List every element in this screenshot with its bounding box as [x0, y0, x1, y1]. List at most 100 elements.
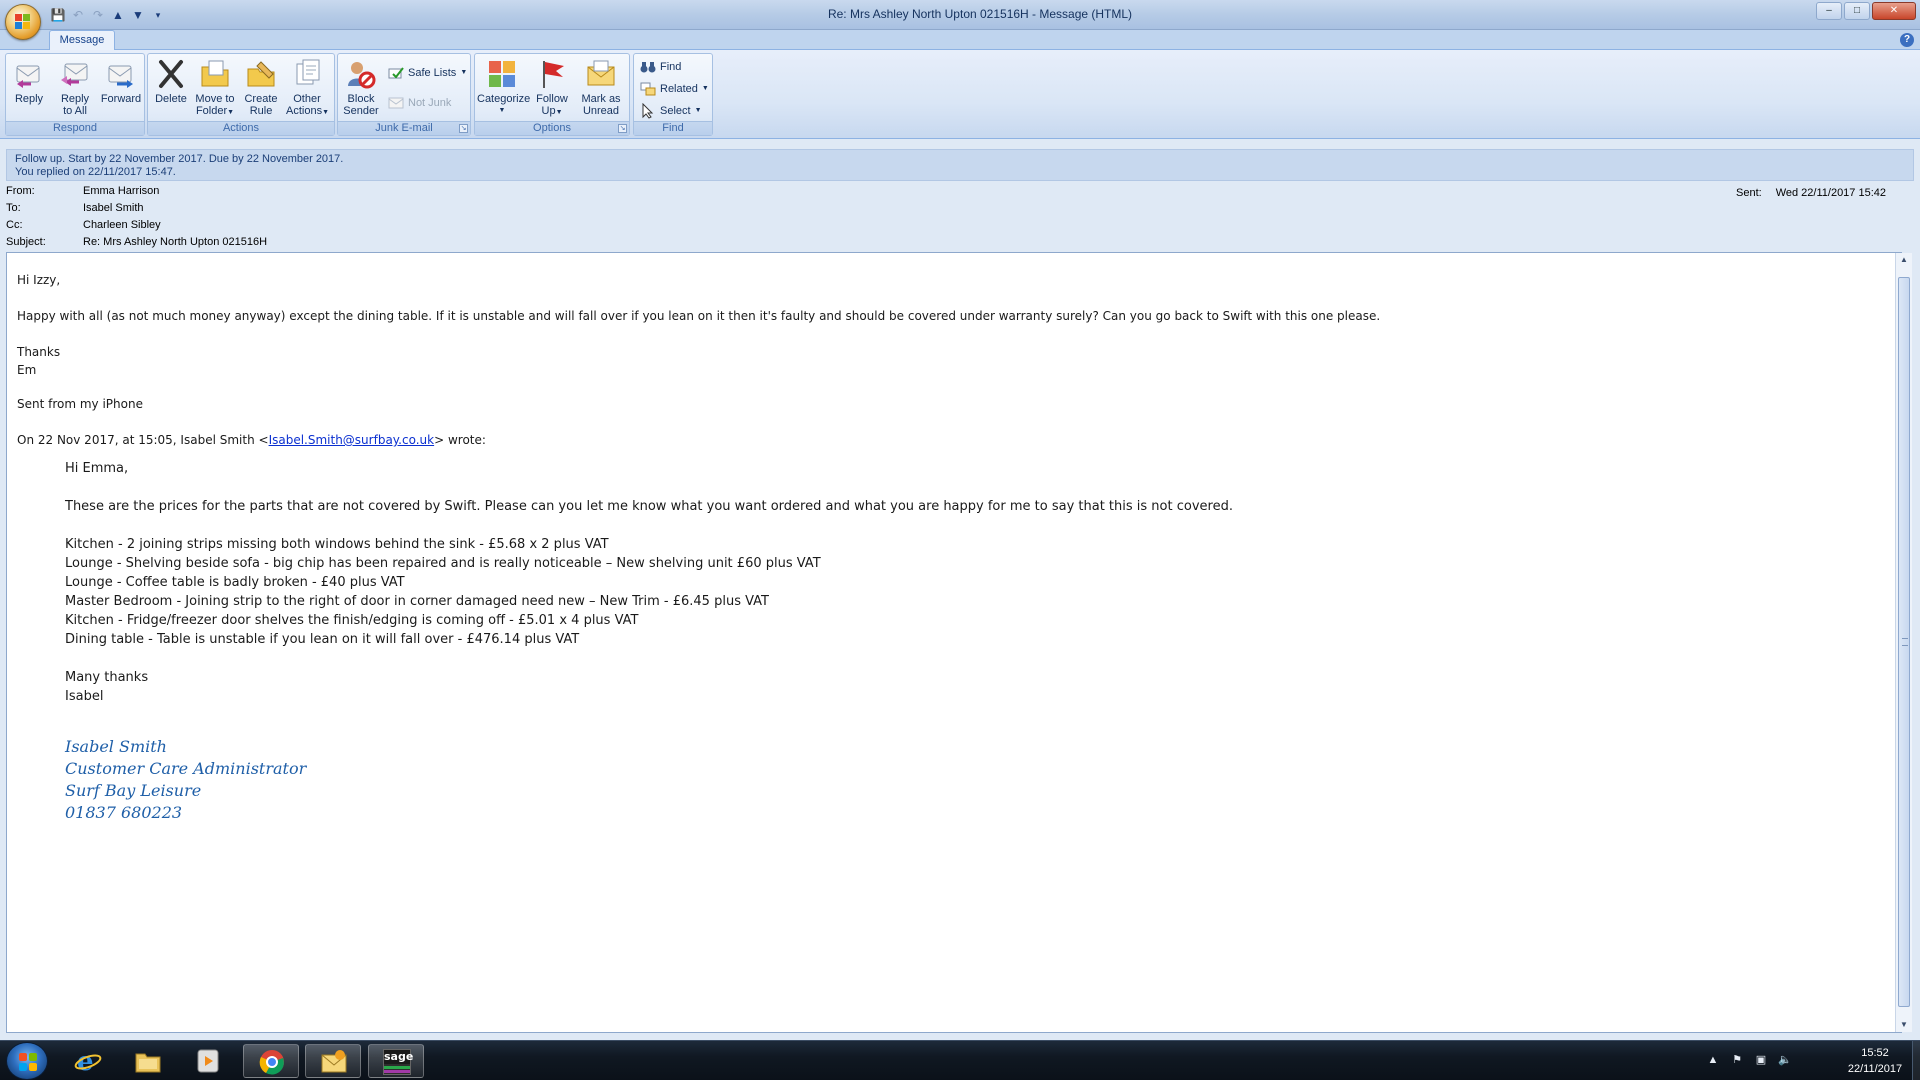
vertical-scrollbar[interactable]: ▲ ▼: [1895, 253, 1912, 1032]
delete-label: Delete: [155, 93, 187, 105]
dropdown-arrow-icon: ▼: [701, 85, 709, 92]
select-button[interactable]: Select ▼: [640, 102, 702, 120]
list-item: Kitchen - 2 joining strips missing both …: [65, 537, 609, 552]
flag-icon: [536, 58, 568, 90]
show-desktop-button[interactable]: [1912, 1041, 1920, 1080]
maximize-button[interactable]: □: [1844, 2, 1870, 20]
window-controls: – □ ✕: [1816, 2, 1916, 20]
mark-as-unread-label-2: Unread: [582, 105, 620, 117]
taskbar-media-player[interactable]: [180, 1044, 236, 1078]
move-to-folder-label-1: Move to: [195, 93, 235, 105]
categorize-button[interactable]: Categorize ▼: [477, 58, 530, 120]
help-icon[interactable]: ?: [1900, 33, 1914, 47]
internet-explorer-icon: e: [74, 1047, 102, 1077]
to-value[interactable]: Isabel Smith: [83, 200, 144, 216]
forward-button[interactable]: Forward: [100, 58, 142, 120]
network-icon[interactable]: ▣: [1754, 1053, 1768, 1067]
follow-up-label-1: Follow: [536, 93, 568, 105]
delete-button[interactable]: Delete: [150, 58, 192, 120]
list-item: Dining table - Table is unstable if you …: [65, 632, 580, 647]
group-label-options: Options: [475, 121, 629, 135]
create-rule-button[interactable]: Create Rule: [240, 58, 282, 120]
create-rule-icon: [245, 58, 277, 90]
quoted-greeting: Hi Emma,: [65, 461, 129, 476]
move-to-folder-button[interactable]: Move to Folder▼: [194, 58, 236, 120]
minimize-button[interactable]: –: [1816, 2, 1842, 20]
safe-lists-icon: [388, 65, 404, 81]
list-item: Master Bedroom - Joining strip to the ri…: [65, 594, 769, 609]
scroll-thumb[interactable]: [1898, 277, 1910, 1007]
tab-message[interactable]: Message: [49, 30, 115, 51]
safe-lists-button[interactable]: Safe Lists ▼: [388, 64, 467, 82]
title-bar: 💾 ↶ ↷ ▲ ▼ ▾ Re: Mrs Ashley North Upton 0…: [0, 0, 1920, 30]
wrote-suffix: > wrote:: [434, 433, 486, 447]
move-to-folder-icon: [199, 58, 231, 90]
paragraph-1: Happy with all (as not much money anyway…: [17, 309, 1381, 323]
wrote-line: On 22 Nov 2017, at 15:05, Isabel Smith <…: [17, 431, 1877, 449]
close-button[interactable]: ✕: [1872, 2, 1916, 20]
mark-as-unread-icon: [585, 58, 617, 90]
from-label: From:: [6, 185, 35, 197]
email-link[interactable]: Isabel.Smith@surfbay.co.uk: [269, 433, 435, 447]
signature-phone: 01837 680223: [65, 803, 183, 822]
email-signature: Isabel Smith Customer Care Administrator…: [65, 736, 1877, 824]
group-respond: Reply Reply to All Forward Respond: [5, 53, 145, 136]
taskbar-file-explorer[interactable]: [120, 1044, 176, 1078]
block-sender-button[interactable]: Block Sender: [340, 58, 382, 120]
dropdown-arrow-icon: ▼: [555, 109, 563, 116]
signature-company: Surf Bay Leisure: [65, 781, 202, 800]
sent-label: Sent:: [1736, 187, 1762, 199]
junk-options-launcher-icon[interactable]: ↘: [459, 124, 468, 133]
reply-button[interactable]: Reply: [8, 58, 50, 120]
taskbar-outlook[interactable]: [305, 1044, 361, 1078]
media-player-icon: [194, 1048, 222, 1074]
scroll-up-icon[interactable]: ▲: [1897, 253, 1911, 267]
follow-up-button[interactable]: Follow Up▼: [531, 58, 573, 120]
cc-value[interactable]: Charleen Sibley: [83, 217, 161, 233]
related-button[interactable]: Related ▼: [640, 80, 709, 98]
scroll-down-icon[interactable]: ▼: [1897, 1018, 1911, 1032]
sender-name: Em: [17, 363, 37, 377]
clock[interactable]: 15:52 22/11/2017: [1840, 1045, 1910, 1077]
mark-as-unread-button[interactable]: Mark as Unread: [577, 58, 625, 120]
taskbar-sage[interactable]: sage: [368, 1044, 424, 1078]
categorize-icon: [486, 58, 518, 90]
select-label: Select: [660, 105, 691, 117]
start-button[interactable]: [6, 1042, 48, 1080]
from-value[interactable]: Emma Harrison: [83, 183, 159, 199]
find-button[interactable]: Find: [640, 58, 681, 76]
sent-value: Wed 22/11/2017 15:42: [1775, 187, 1886, 199]
action-center-flag-icon[interactable]: ⚑: [1730, 1053, 1744, 1067]
quoted-signoff: Isabel: [65, 689, 104, 704]
ribbon-tab-row: Message ?: [0, 30, 1920, 51]
reply-all-button[interactable]: Reply to All: [54, 58, 96, 120]
volume-icon[interactable]: 🔈: [1778, 1053, 1792, 1067]
thanks-line: Thanks: [17, 345, 61, 359]
taskbar-internet-explorer[interactable]: e: [60, 1044, 116, 1078]
signature-role: Customer Care Administrator: [65, 759, 307, 778]
list-item: Kitchen - Fridge/freezer door shelves th…: [65, 613, 639, 628]
delete-icon: [155, 58, 187, 90]
find-label: Find: [660, 61, 682, 73]
office-logo-icon: [15, 14, 31, 30]
message-body[interactable]: Hi Izzy, Happy with all (as not much mon…: [6, 252, 1902, 1033]
cursor-icon: [640, 102, 656, 119]
show-hidden-icons-icon[interactable]: ▲: [1706, 1053, 1720, 1067]
info-bar[interactable]: Follow up. Start by 22 November 2017. Du…: [6, 149, 1914, 181]
office-button[interactable]: [5, 4, 41, 40]
not-junk-button[interactable]: Not Junk: [388, 94, 451, 112]
not-junk-label: Not Junk: [408, 97, 452, 109]
reply-icon: [13, 58, 45, 90]
reply-all-icon: [59, 58, 91, 90]
windows-logo-icon: [19, 1053, 37, 1071]
reply-label: Reply: [14, 93, 44, 105]
options-launcher-icon[interactable]: ↘: [618, 124, 627, 133]
message-content: Hi Izzy, Happy with all (as not much mon…: [17, 271, 1877, 824]
taskbar-chrome[interactable]: [243, 1044, 299, 1078]
binoculars-icon: [640, 59, 656, 75]
other-actions-button[interactable]: Other Actions▼: [286, 58, 329, 120]
dropdown-arrow-icon: ▼: [460, 69, 468, 76]
forward-icon: [105, 58, 137, 90]
cc-label: Cc:: [6, 219, 23, 231]
safe-lists-label: Safe Lists: [408, 67, 457, 79]
